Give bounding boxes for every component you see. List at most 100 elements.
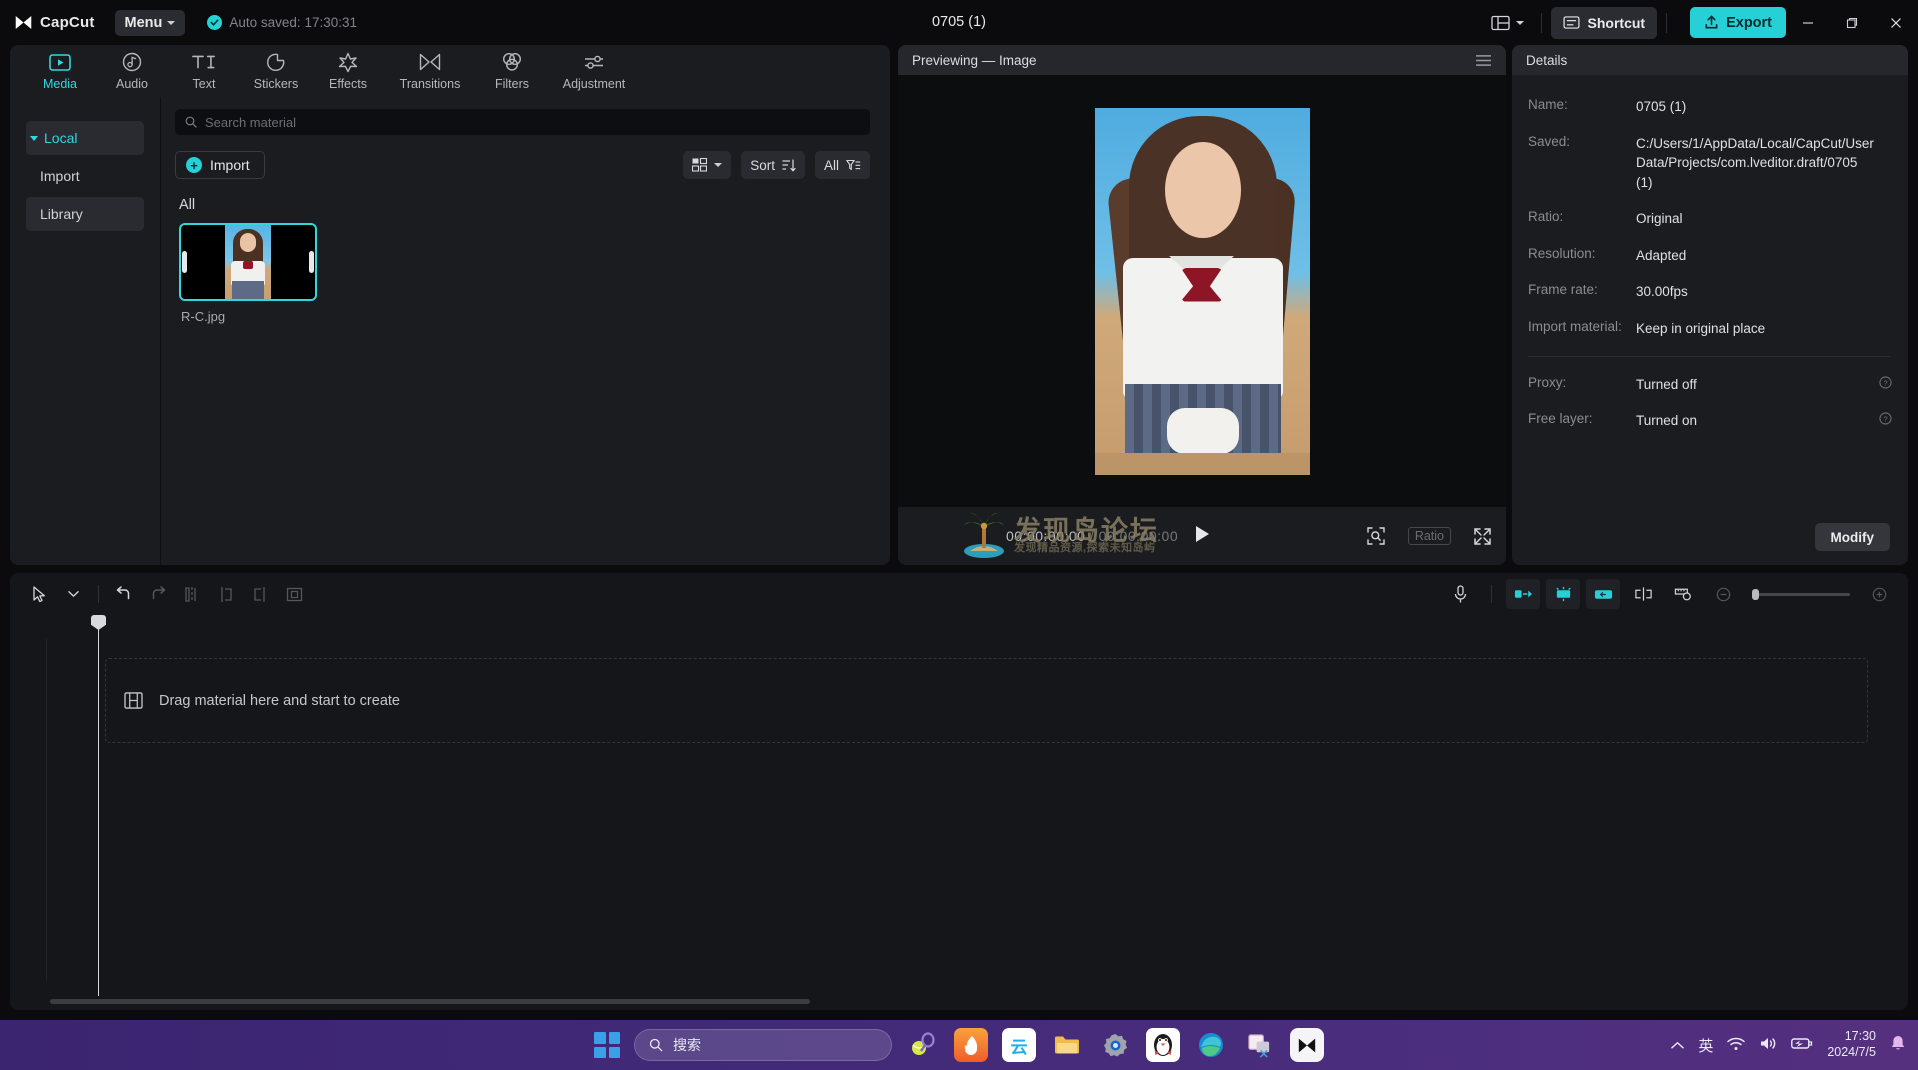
settings-app-icon[interactable]: [1098, 1028, 1132, 1062]
trim-handle-right[interactable]: [309, 251, 314, 273]
stickers-icon: [266, 51, 286, 73]
media-panel: Media Audio Text Stickers: [10, 45, 890, 565]
taskbar-search[interactable]: 搜索: [634, 1029, 892, 1061]
details-header: Details: [1512, 45, 1908, 75]
mirror-icon[interactable]: [1626, 579, 1660, 609]
notification-bell-icon[interactable]: [1890, 1035, 1906, 1055]
media-item-name: R-C.jpg: [179, 309, 317, 324]
crop-icon[interactable]: [277, 579, 311, 609]
tab-media[interactable]: Media: [24, 51, 96, 91]
help-icon[interactable]: ?: [1879, 412, 1892, 428]
tab-effects[interactable]: Effects: [312, 51, 384, 91]
media-item[interactable]: R-C.jpg: [179, 223, 317, 324]
details-body: Name: 0705 (1) Saved: C:/Users/1/AppData…: [1512, 75, 1908, 431]
divider: [1491, 585, 1492, 603]
stickers-timeline-icon[interactable]: [1586, 579, 1620, 609]
timeline-ruler[interactable]: [10, 615, 1908, 639]
layout-button[interactable]: [1483, 8, 1532, 38]
capcut-taskbar-icon[interactable]: [1290, 1028, 1324, 1062]
timecode-display[interactable]: 00:00:00:00 / 00:00:00:00: [1006, 528, 1178, 544]
qq-app-icon[interactable]: [1146, 1028, 1180, 1062]
tennis-app-icon[interactable]: [906, 1028, 940, 1062]
trim-left-icon[interactable]: [209, 579, 243, 609]
fullscreen-icon[interactable]: [1473, 527, 1492, 546]
view-mode-button[interactable]: [683, 151, 731, 179]
help-icon[interactable]: ?: [1879, 376, 1892, 392]
ruler-icon[interactable]: [1666, 579, 1700, 609]
battery-icon[interactable]: [1791, 1037, 1813, 1053]
timeline-horizontal-scrollbar[interactable]: [50, 999, 810, 1004]
filter-label: All: [824, 158, 839, 173]
menu-button[interactable]: Menu: [115, 10, 186, 36]
media-icon: [49, 51, 71, 73]
zoom-slider[interactable]: [1752, 593, 1850, 596]
tab-label: Audio: [116, 77, 148, 91]
thunder-download-icon[interactable]: [954, 1028, 988, 1062]
auto-captions-icon[interactable]: [1506, 579, 1540, 609]
zoom-slider-handle[interactable]: [1752, 589, 1759, 600]
sort-button[interactable]: Sort: [741, 151, 805, 179]
trim-right-icon[interactable]: [243, 579, 277, 609]
select-tool-icon[interactable]: [22, 579, 56, 609]
preview-stage[interactable]: [898, 75, 1506, 507]
split-icon[interactable]: [175, 579, 209, 609]
media-body: Local Import Library: [10, 97, 890, 565]
tool-dropdown-icon[interactable]: [56, 579, 90, 609]
play-button[interactable]: [1191, 523, 1213, 550]
timeline-dropzone[interactable]: Drag material here and start to create: [105, 658, 1868, 743]
volume-icon[interactable]: [1759, 1036, 1777, 1054]
ratio-button[interactable]: Ratio: [1408, 527, 1451, 545]
ime-language-indicator[interactable]: 英: [1698, 1035, 1713, 1056]
tab-adjustment[interactable]: Adjustment: [548, 51, 640, 91]
undo-icon[interactable]: [107, 579, 141, 609]
filter-button[interactable]: All: [815, 151, 870, 179]
title-bar: CapCut Menu Auto saved: 17:30:31 0705 (1…: [0, 0, 1918, 45]
start-button[interactable]: [594, 1032, 620, 1058]
search-bar[interactable]: [175, 109, 870, 135]
sidebar-item-library[interactable]: Library: [26, 197, 144, 231]
adjustment-icon: [583, 51, 605, 73]
autosave-text: Auto saved: 17:30:31: [229, 15, 357, 30]
minimize-button[interactable]: [1786, 0, 1830, 45]
total-time: 00:00:00:00: [1099, 528, 1178, 544]
microphone-icon[interactable]: [1443, 579, 1477, 609]
tray-expand-icon[interactable]: [1671, 1038, 1684, 1053]
sidebar-item-local[interactable]: Local: [26, 121, 144, 155]
file-explorer-icon[interactable]: [1050, 1028, 1084, 1062]
snipping-tool-icon[interactable]: [1242, 1028, 1276, 1062]
view-chevron-icon: [714, 163, 722, 167]
tab-transitions[interactable]: Transitions: [384, 51, 476, 91]
edge-browser-icon[interactable]: [1194, 1028, 1228, 1062]
search-input[interactable]: [205, 115, 860, 130]
taskbar-clock[interactable]: 17:30 2024/7/5: [1827, 1029, 1876, 1060]
redo-icon[interactable]: [141, 579, 175, 609]
tab-text[interactable]: Text: [168, 51, 240, 91]
thumbnail-image: [225, 225, 271, 299]
tab-filters[interactable]: Filters: [476, 51, 548, 91]
zoom-in-icon[interactable]: [1862, 579, 1896, 609]
media-thumbnail[interactable]: [179, 223, 317, 301]
trim-handle-left[interactable]: [182, 251, 187, 273]
menu-label: Menu: [125, 15, 163, 31]
maximize-button[interactable]: [1830, 0, 1874, 45]
auto-reframe-icon[interactable]: [1546, 579, 1580, 609]
import-button[interactable]: + Import: [175, 151, 265, 179]
tab-audio[interactable]: Audio: [96, 51, 168, 91]
timeline-track-rail: [46, 639, 47, 980]
modify-button[interactable]: Modify: [1815, 523, 1891, 551]
import-label: Import: [210, 157, 250, 173]
close-button[interactable]: [1874, 0, 1918, 45]
sidebar-item-import[interactable]: Import: [26, 159, 144, 193]
zoom-fit-icon[interactable]: [1366, 526, 1386, 546]
svg-text:?: ?: [1883, 415, 1887, 424]
export-button[interactable]: Export: [1690, 7, 1786, 38]
preview-ground: [1095, 453, 1310, 475]
sogou-cloud-icon[interactable]: 云: [1002, 1028, 1036, 1062]
wifi-icon[interactable]: [1727, 1037, 1745, 1054]
shortcut-button[interactable]: Shortcut: [1551, 7, 1658, 39]
app-brand: CapCut: [14, 14, 95, 31]
zoom-out-icon[interactable]: [1706, 579, 1740, 609]
hamburger-menu-icon[interactable]: [1475, 54, 1492, 67]
playhead[interactable]: [98, 615, 99, 996]
tab-stickers[interactable]: Stickers: [240, 51, 312, 91]
